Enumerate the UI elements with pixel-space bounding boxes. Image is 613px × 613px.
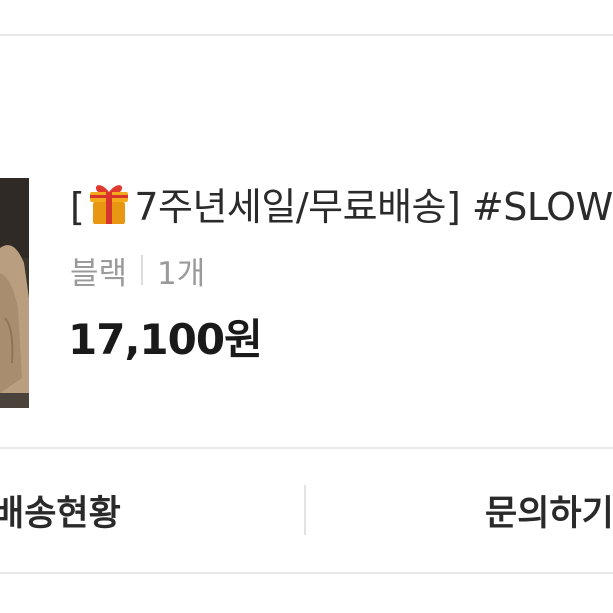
- product-price: 17,100원: [68, 315, 263, 364]
- option-separator: [141, 255, 144, 285]
- gift-box-icon: [86, 180, 132, 239]
- delivery-status-button[interactable]: 배송현황: [0, 449, 121, 572]
- top-divider: [0, 34, 613, 36]
- option-quantity: 1개: [157, 255, 206, 292]
- product-title[interactable]: [ 7주년세일/무료배송] #SLOW: [70, 180, 613, 239]
- title-text: 7주년세일/무료배송] #SLOW: [134, 185, 613, 229]
- inquiry-button[interactable]: 문의하기: [485, 449, 613, 572]
- order-item-card: [ 7주년세일/무료배송] #SLOW 블랙 1개 17,100원 배송현황 문…: [0, 0, 613, 613]
- title-prefix: [: [70, 185, 85, 229]
- product-thumbnail[interactable]: [0, 178, 29, 408]
- action-bar: 배송현황 문의하기: [0, 449, 613, 572]
- option-color: 블랙: [70, 255, 128, 292]
- action-separator: [304, 485, 306, 535]
- product-options: 블랙 1개: [70, 250, 206, 292]
- bottom-divider: [0, 572, 613, 574]
